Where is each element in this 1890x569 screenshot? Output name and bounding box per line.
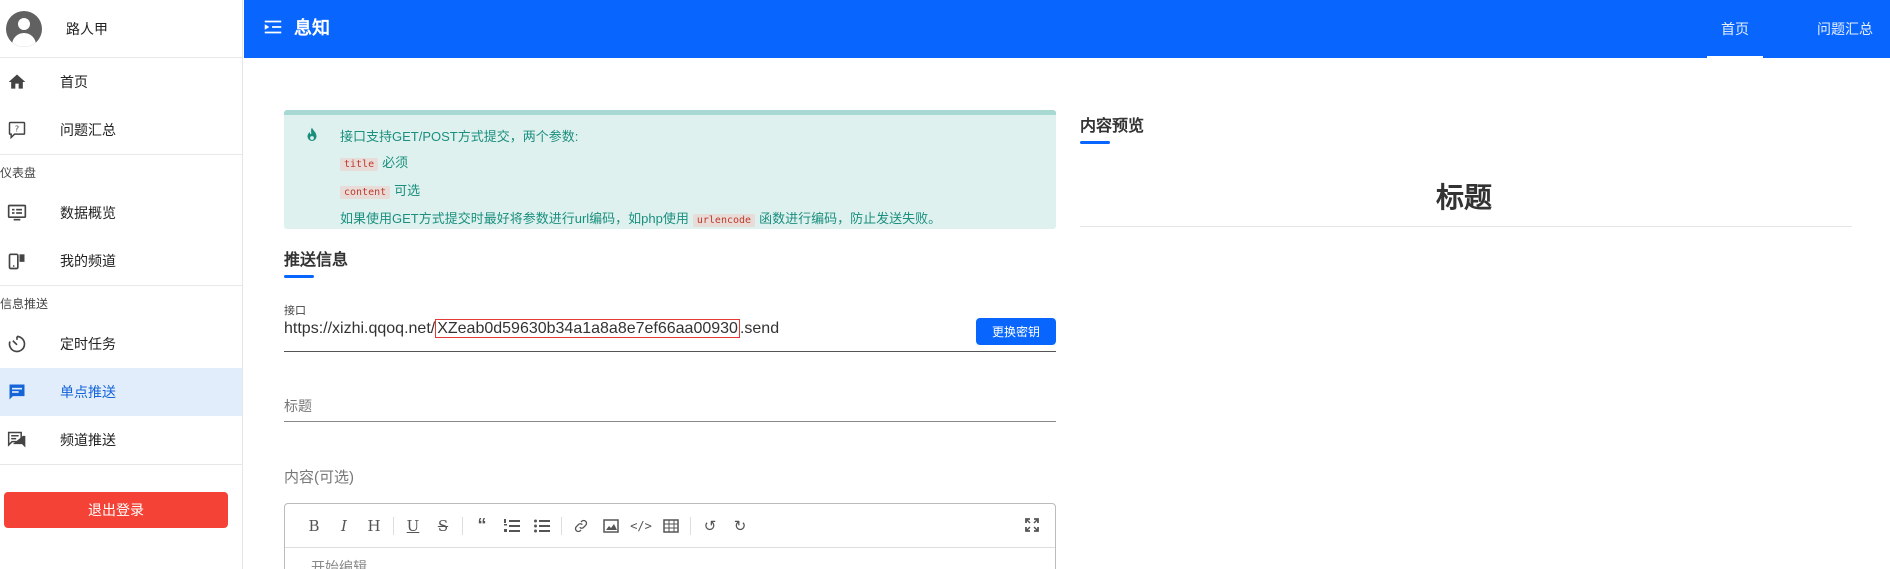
unordered-list-icon[interactable]: [527, 514, 557, 538]
endpoint-url-field[interactable]: https://xizhi.qqoq.net/XZeab0d59630b34a1…: [284, 318, 1056, 352]
sidebar: 路人甲 首页 ? 问题汇总 仪表盘 数据概览 我的频道 信息推送 定时任务 单点…: [0, 0, 243, 569]
quote-icon[interactable]: “: [467, 514, 497, 538]
sidebar-item-data-overview[interactable]: 数据概览: [0, 189, 242, 237]
code-title: title: [340, 158, 379, 171]
redo-icon[interactable]: ↻: [725, 514, 755, 538]
code-urlencode: urlencode: [692, 214, 756, 227]
title-input[interactable]: 标题: [284, 395, 1056, 422]
svg-text:?: ?: [15, 124, 19, 134]
question-icon: ?: [5, 118, 29, 142]
ordered-list-icon[interactable]: [497, 514, 527, 538]
endpoint-url: https://xizhi.qqoq.net/XZeab0d59630b34a1…: [284, 319, 780, 338]
link-icon[interactable]: [566, 514, 596, 538]
sidebar-item-home[interactable]: 首页: [0, 58, 242, 106]
sidebar-item-label: 首页: [60, 74, 88, 90]
sidebar-item-single-push[interactable]: 单点推送: [0, 368, 242, 416]
push-info-title: 推送信息: [284, 246, 348, 278]
top-link-questions[interactable]: 问题汇总: [1809, 0, 1881, 58]
fire-icon: [303, 125, 321, 145]
alert-line-param-title: title 必须: [340, 150, 941, 178]
messages-icon: [5, 428, 29, 452]
user-name: 路人甲: [66, 20, 108, 37]
code-icon[interactable]: </>: [626, 514, 656, 538]
sidebar-item-label: 数据概览: [60, 205, 116, 221]
markdown-editor[interactable]: B I H U S “ </> ↺ ↻ 开始编辑...: [284, 503, 1056, 569]
preview-title: 内容预览: [1080, 112, 1144, 144]
alert-line-1: 接口支持GET/POST方式提交，两个参数:: [340, 129, 579, 144]
fullscreen-icon[interactable]: [1017, 513, 1047, 537]
code-content: content: [340, 186, 391, 199]
brand-title: 息知: [294, 18, 330, 38]
alert-line-param-content: content 可选: [340, 178, 941, 206]
sidebar-item-scheduled-tasks[interactable]: 定时任务: [0, 320, 242, 368]
logout-button[interactable]: 退出登录: [4, 492, 228, 528]
sidebar-divider: [0, 464, 242, 465]
sidebar-item-label: 我的频道: [60, 253, 116, 269]
image-icon[interactable]: [596, 514, 626, 538]
strikethrough-icon[interactable]: S: [428, 514, 458, 538]
underline-icon[interactable]: U: [398, 514, 428, 538]
content-label: 内容(可选): [284, 469, 354, 486]
sidebar-item-label: 单点推送: [60, 384, 116, 400]
endpoint-key: XZeab0d59630b34a1a8a8e7ef66aa00930: [435, 319, 740, 338]
preview-heading: 标题: [1436, 182, 1493, 213]
menu-open-icon[interactable]: [262, 16, 284, 38]
sidebar-item-my-channels[interactable]: 我的频道: [0, 237, 242, 285]
table-icon[interactable]: [656, 514, 686, 538]
editor-toolbar: B I H U S “ </> ↺ ↻: [285, 504, 1055, 548]
timer-icon: [5, 332, 29, 356]
undo-icon[interactable]: ↺: [695, 514, 725, 538]
sidebar-item-label: 定时任务: [60, 336, 116, 352]
sidebar-item-label: 问题汇总: [60, 122, 116, 138]
top-app-bar: 息知 首页 问题汇总: [244, 0, 1890, 58]
message-icon: [5, 380, 29, 404]
monitor-icon: [5, 201, 29, 225]
editor-placeholder: 开始编辑...: [311, 559, 379, 569]
section-label-dashboard: 仪表盘: [0, 154, 242, 189]
heading-icon[interactable]: H: [359, 514, 389, 538]
alert-line-encoding: 如果使用GET方式提交时最好将参数进行url编码，如php使用 urlencode…: [340, 211, 942, 227]
endpoint-label: 接口: [284, 305, 306, 317]
bold-icon[interactable]: B: [299, 514, 329, 538]
italic-icon[interactable]: I: [329, 514, 359, 538]
sidebar-item-label: 频道推送: [60, 432, 116, 448]
top-link-home[interactable]: 首页: [1707, 0, 1763, 58]
user-profile[interactable]: 路人甲: [0, 0, 242, 58]
change-key-button[interactable]: 更换密钥: [976, 318, 1056, 345]
devices-icon: [5, 249, 29, 273]
preview-divider: [1080, 226, 1852, 227]
avatar: [6, 10, 42, 47]
section-label-push: 信息推送: [0, 285, 242, 320]
home-icon: [5, 70, 29, 94]
sidebar-item-channel-push[interactable]: 频道推送: [0, 416, 242, 464]
sidebar-item-questions[interactable]: ? 问题汇总: [0, 106, 242, 154]
api-info-alert: 接口支持GET/POST方式提交，两个参数: title 必须 content 可选…: [284, 110, 1056, 229]
